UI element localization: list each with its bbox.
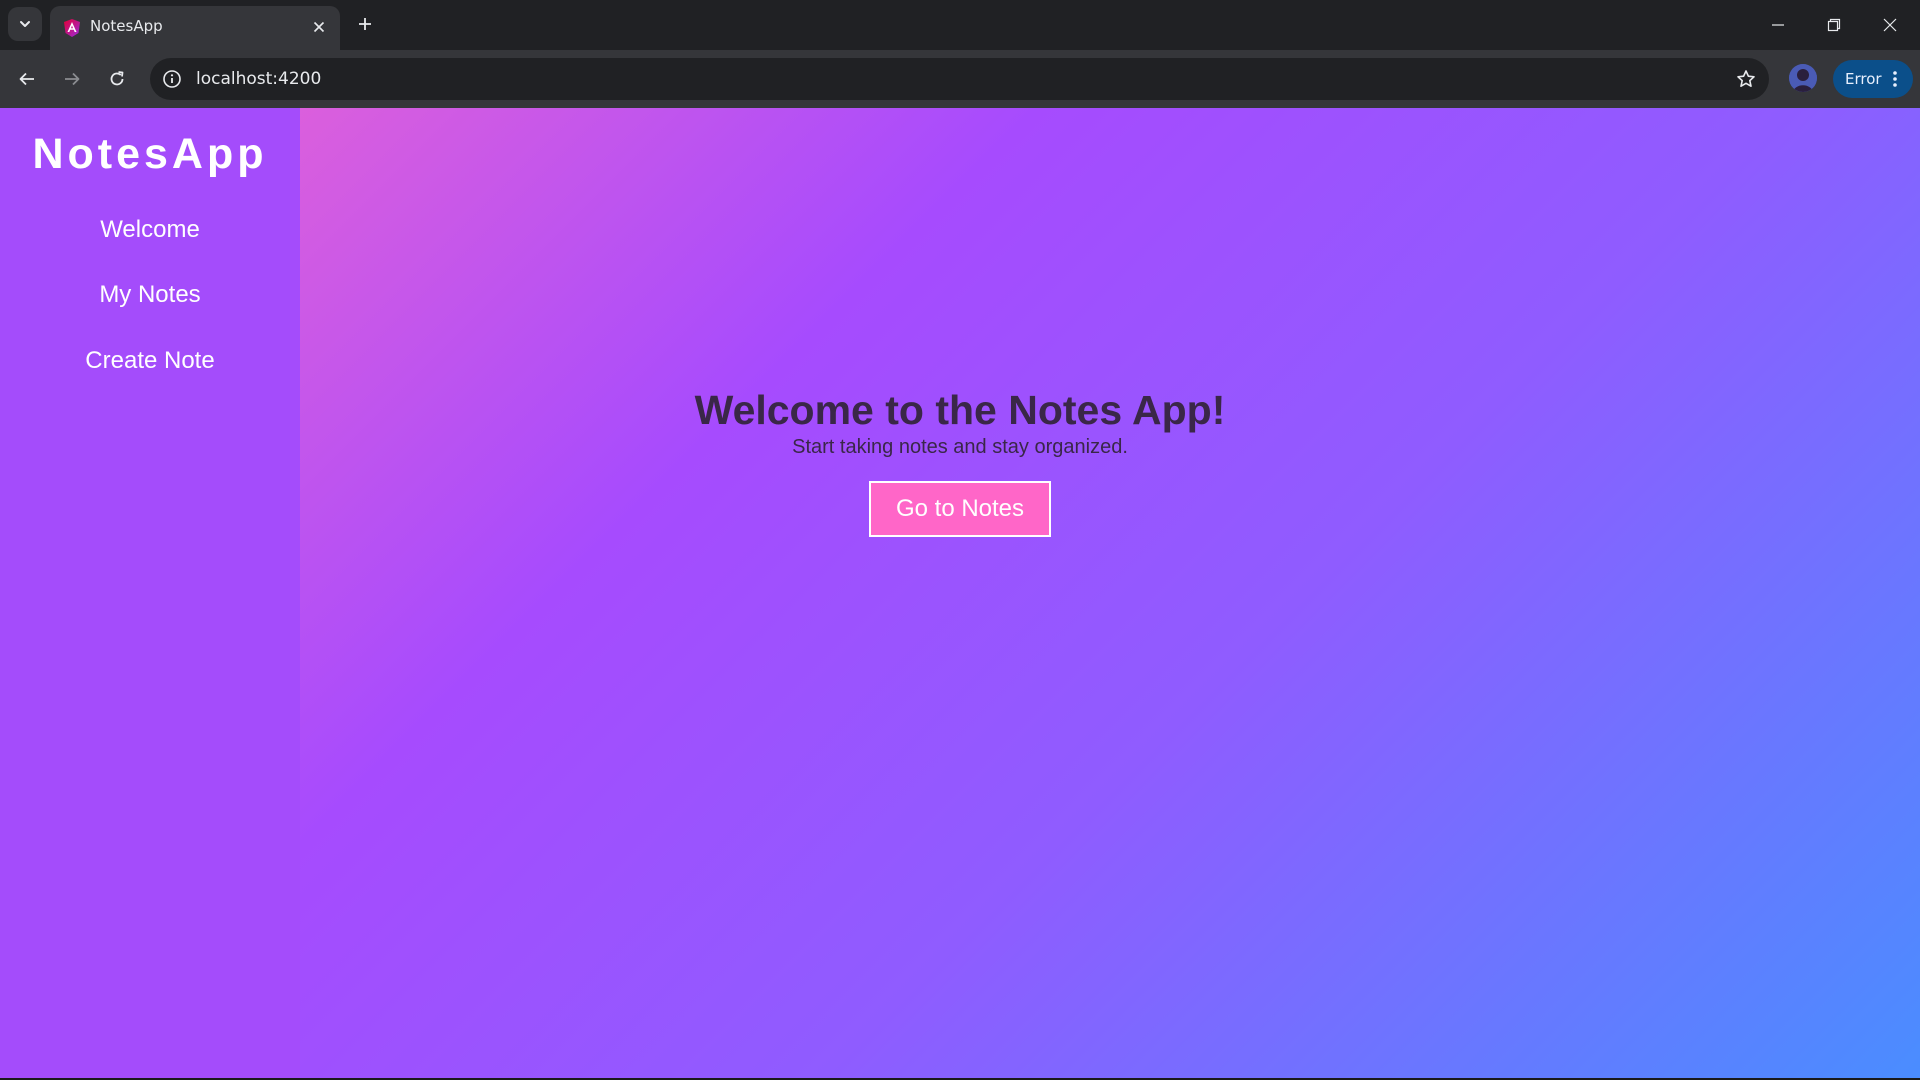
close-icon bbox=[313, 21, 325, 33]
go-to-notes-button[interactable]: Go to Notes bbox=[869, 481, 1051, 537]
arrow-left-icon bbox=[19, 72, 34, 86]
hero-title: Welcome to the Notes App! bbox=[694, 387, 1226, 433]
forward-button[interactable] bbox=[54, 61, 90, 97]
minimize-button[interactable] bbox=[1750, 0, 1806, 50]
reload-icon bbox=[110, 71, 124, 86]
hero-subtitle: Start taking notes and stay organized. bbox=[792, 436, 1128, 458]
restore-button[interactable] bbox=[1806, 0, 1862, 50]
site-info-button[interactable] bbox=[160, 67, 184, 91]
back-button[interactable] bbox=[9, 61, 45, 97]
url-text[interactable]: localhost:4200 bbox=[196, 69, 321, 89]
chevron-down-icon bbox=[20, 21, 30, 27]
browser-tab-active[interactable]: NotesApp bbox=[50, 6, 340, 50]
info-icon bbox=[163, 70, 181, 88]
profile-avatar[interactable] bbox=[1789, 64, 1817, 92]
browser-toolbar: localhost:4200 Error bbox=[0, 50, 1920, 108]
angular-favicon-icon bbox=[64, 19, 80, 37]
nav-link-my-notes[interactable]: My Notes bbox=[0, 281, 300, 309]
nav-link-create-note[interactable]: Create Note bbox=[0, 347, 300, 375]
avatar-icon bbox=[1789, 64, 1817, 92]
more-vert-icon bbox=[1893, 71, 1897, 87]
close-window-button[interactable] bbox=[1862, 0, 1918, 50]
browser-menu-button[interactable] bbox=[1885, 68, 1905, 90]
page-viewport: NotesApp Welcome My Notes Create Note We… bbox=[0, 108, 1920, 1078]
app-brand: NotesApp bbox=[32, 130, 268, 178]
bookmark-button[interactable] bbox=[1733, 66, 1759, 92]
nav-link-welcome[interactable]: Welcome bbox=[0, 216, 300, 244]
tab-title: NotesApp bbox=[90, 17, 163, 35]
minimize-icon bbox=[1772, 24, 1784, 26]
arrow-right-icon bbox=[65, 72, 80, 86]
error-label: Error bbox=[1845, 70, 1882, 88]
browser-tab-bar: NotesApp bbox=[0, 0, 1920, 50]
star-icon bbox=[1737, 70, 1755, 87]
hero-section: Welcome to the Notes App! Start taking n… bbox=[300, 386, 1620, 460]
tab-search-button[interactable] bbox=[8, 7, 42, 41]
plus-icon bbox=[359, 18, 371, 30]
restore-icon bbox=[1827, 18, 1841, 32]
address-bar[interactable]: localhost:4200 bbox=[150, 58, 1769, 100]
tab-close-button[interactable] bbox=[308, 16, 330, 38]
new-tab-button[interactable] bbox=[351, 10, 379, 38]
sidebar: NotesApp Welcome My Notes Create Note bbox=[0, 108, 300, 1078]
close-icon bbox=[1883, 18, 1897, 32]
error-badge-button[interactable]: Error bbox=[1833, 60, 1913, 98]
reload-button[interactable] bbox=[99, 61, 135, 97]
